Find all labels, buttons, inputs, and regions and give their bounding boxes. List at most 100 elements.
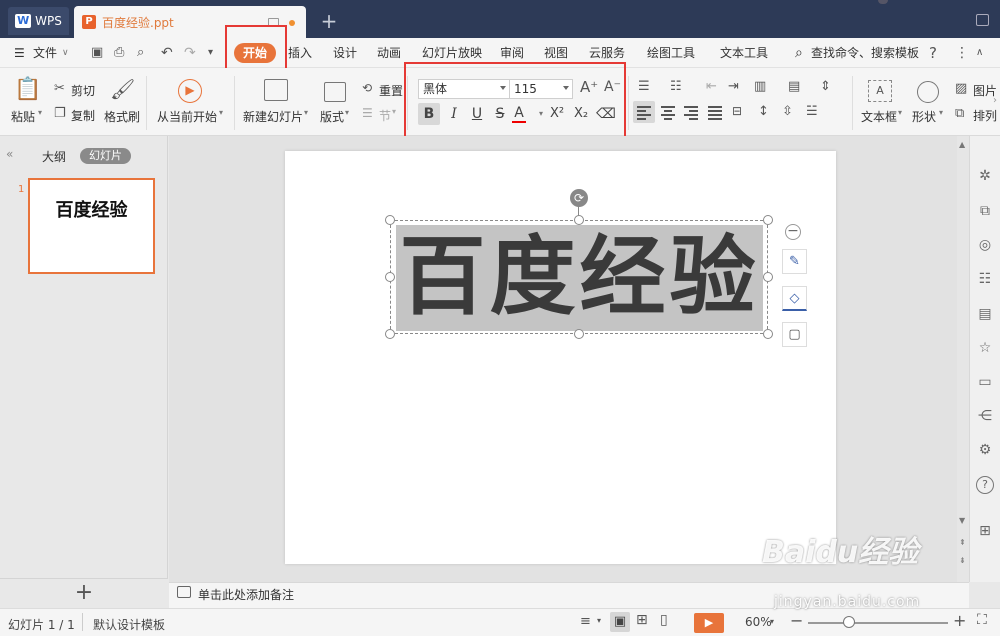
zoom-out-icon[interactable]: − (790, 611, 803, 630)
decrease-indent-icon[interactable]: ⇤ (706, 80, 717, 93)
paste-button[interactable]: 粘贴 (11, 108, 35, 125)
collapse-float-icon[interactable]: − (785, 224, 801, 240)
arrange-icon[interactable]: ⧉ (955, 107, 964, 120)
template-name[interactable]: 默认设计模板 (93, 616, 165, 633)
align-right-icon[interactable] (684, 106, 698, 120)
align-text-icon[interactable]: ⇕ (820, 80, 831, 93)
reset-button[interactable]: 重置 (379, 82, 403, 99)
new-slide-button[interactable]: 新建幻灯片 (243, 108, 303, 125)
customize-toolbar-icon[interactable]: ▾ (208, 38, 213, 68)
settings-icon[interactable]: ⚙ (976, 441, 994, 459)
resize-handle[interactable] (763, 329, 773, 339)
resize-handle[interactable] (574, 215, 584, 225)
tab-drawing-tools[interactable]: 绘图工具 (647, 38, 695, 68)
collapse-panel-icon[interactable]: « (6, 147, 13, 161)
align-left-icon[interactable] (637, 106, 651, 120)
format-painter-icon[interactable]: 🖌 (110, 79, 135, 99)
slide-sorter-icon[interactable]: ⊞ (636, 612, 648, 628)
resize-handle[interactable] (385, 272, 395, 282)
new-tab-button[interactable]: + (318, 10, 340, 32)
prev-slide-icon[interactable]: ⇞ (959, 538, 966, 547)
notes-toggle-dropdown-icon[interactable]: ▾ (597, 616, 601, 625)
picture-icon[interactable]: ▨ (955, 82, 967, 95)
tab-animation[interactable]: 动画 (377, 38, 401, 68)
print-icon[interactable]: ⎙ (114, 38, 124, 68)
shape-icon[interactable] (917, 81, 939, 103)
collapse-ribbon-icon[interactable]: ∧ (976, 38, 983, 68)
layout-icon[interactable] (324, 82, 346, 102)
bullet-list-icon[interactable]: ☰ (638, 80, 650, 93)
new-slide-icon[interactable] (264, 79, 288, 101)
scroll-down-icon[interactable]: ▼ (959, 516, 965, 525)
chevron-down-icon[interactable]: ∨ (62, 38, 69, 68)
wps-home-tab[interactable]: W WPS (8, 7, 69, 35)
shape-dropdown-icon[interactable]: ▾ (939, 108, 943, 117)
transition-icon[interactable]: ⧉ (976, 202, 994, 220)
paragraph-settings-icon[interactable]: ☱ (806, 105, 818, 118)
search-icon[interactable]: ⌕ (795, 38, 803, 68)
layout-dropdown-icon[interactable]: ▾ (345, 108, 349, 117)
justify-icon[interactable] (708, 106, 722, 120)
share-icon[interactable]: ⋲ (976, 407, 994, 425)
cut-button[interactable]: 剪切 (71, 82, 95, 99)
backup-icon[interactable]: ▤ (976, 305, 994, 323)
columns-icon[interactable]: ▥ (754, 80, 766, 93)
resize-handle[interactable] (385, 329, 395, 339)
fill-color-icon[interactable]: ◇ (782, 286, 807, 311)
slide-thumbnail[interactable] (28, 178, 155, 274)
archive-icon[interactable]: ▭ (976, 373, 994, 391)
textbox-button[interactable]: 文本框 (861, 108, 897, 125)
shapes-icon[interactable]: ◎ (976, 236, 994, 254)
zoom-slider[interactable] (808, 622, 948, 624)
hamburger-icon[interactable]: ☰ (14, 38, 25, 68)
zoom-dropdown-icon[interactable]: ▾ (770, 617, 774, 626)
favorites-icon[interactable]: ☆ (976, 339, 994, 357)
add-slide-button[interactable]: + (0, 578, 168, 608)
arrange-button[interactable]: 排列 (973, 107, 997, 124)
ribbon-scroll-right-icon[interactable]: › (993, 96, 997, 106)
line-spacing-icon[interactable]: ↕ (758, 105, 769, 118)
copy-button[interactable]: 复制 (71, 107, 95, 124)
textbox-dropdown-icon[interactable]: ▾ (898, 108, 902, 117)
paste-dropdown-icon[interactable]: ▾ (38, 108, 42, 117)
notes-placeholder[interactable]: 单击此处添加备注 (198, 586, 294, 603)
print-preview-icon[interactable]: ⌕ (137, 38, 144, 68)
save-icon[interactable]: ▣ (91, 38, 103, 68)
undo-icon[interactable]: ↶ (161, 38, 173, 68)
paste-icon[interactable]: 📋 (14, 79, 41, 103)
help-icon[interactable]: ? (929, 38, 937, 68)
new-slide-dropdown-icon[interactable]: ▾ (304, 108, 308, 117)
distribute-icon[interactable]: ⊟ (732, 105, 742, 117)
slide-title-text[interactable]: 百度经验 (396, 220, 763, 334)
magic-icon[interactable]: ✲ (976, 167, 994, 185)
resize-handle[interactable] (574, 329, 584, 339)
slideshow-play-button[interactable]: ▶ (694, 613, 724, 633)
zoom-in-icon[interactable]: + (953, 611, 966, 630)
more-icon[interactable]: ⋮ (955, 38, 969, 68)
textbox-icon[interactable]: A (868, 80, 892, 102)
zoom-level[interactable]: 60% (745, 615, 772, 629)
text-direction-icon[interactable]: ▤ (788, 80, 800, 93)
reset-icon[interactable]: ⟲ (362, 82, 372, 94)
pen-style-icon[interactable]: ✎ (782, 249, 807, 274)
copy-icon[interactable]: ❐ (54, 107, 66, 120)
reading-view-icon[interactable]: ▯ (660, 612, 668, 628)
increase-indent-icon[interactable]: ⇥ (728, 80, 739, 93)
play-dropdown-icon[interactable]: ▾ (219, 108, 223, 117)
numbered-list-icon[interactable]: ☷ (670, 80, 682, 93)
properties-icon[interactable]: ☷ (976, 270, 994, 288)
cut-icon[interactable]: ✂ (54, 82, 65, 95)
help-circle-icon[interactable]: ? (976, 476, 994, 494)
normal-view-icon[interactable]: ▣ (610, 612, 630, 632)
zoom-slider-knob[interactable] (843, 616, 855, 628)
scroll-up-icon[interactable]: ▲ (959, 140, 965, 149)
play-from-current-button[interactable]: 从当前开始 (157, 108, 217, 125)
tab-design[interactable]: 设计 (333, 38, 357, 68)
slide[interactable] (285, 151, 836, 564)
fit-window-icon[interactable]: ⛶ (977, 612, 987, 628)
window-layout-icon[interactable] (976, 14, 989, 26)
apps-grid-icon[interactable]: ⊞ (976, 522, 994, 540)
resize-handle[interactable] (763, 215, 773, 225)
layout-button[interactable]: 版式 (320, 108, 344, 125)
file-menu[interactable]: 文件 (33, 38, 57, 68)
